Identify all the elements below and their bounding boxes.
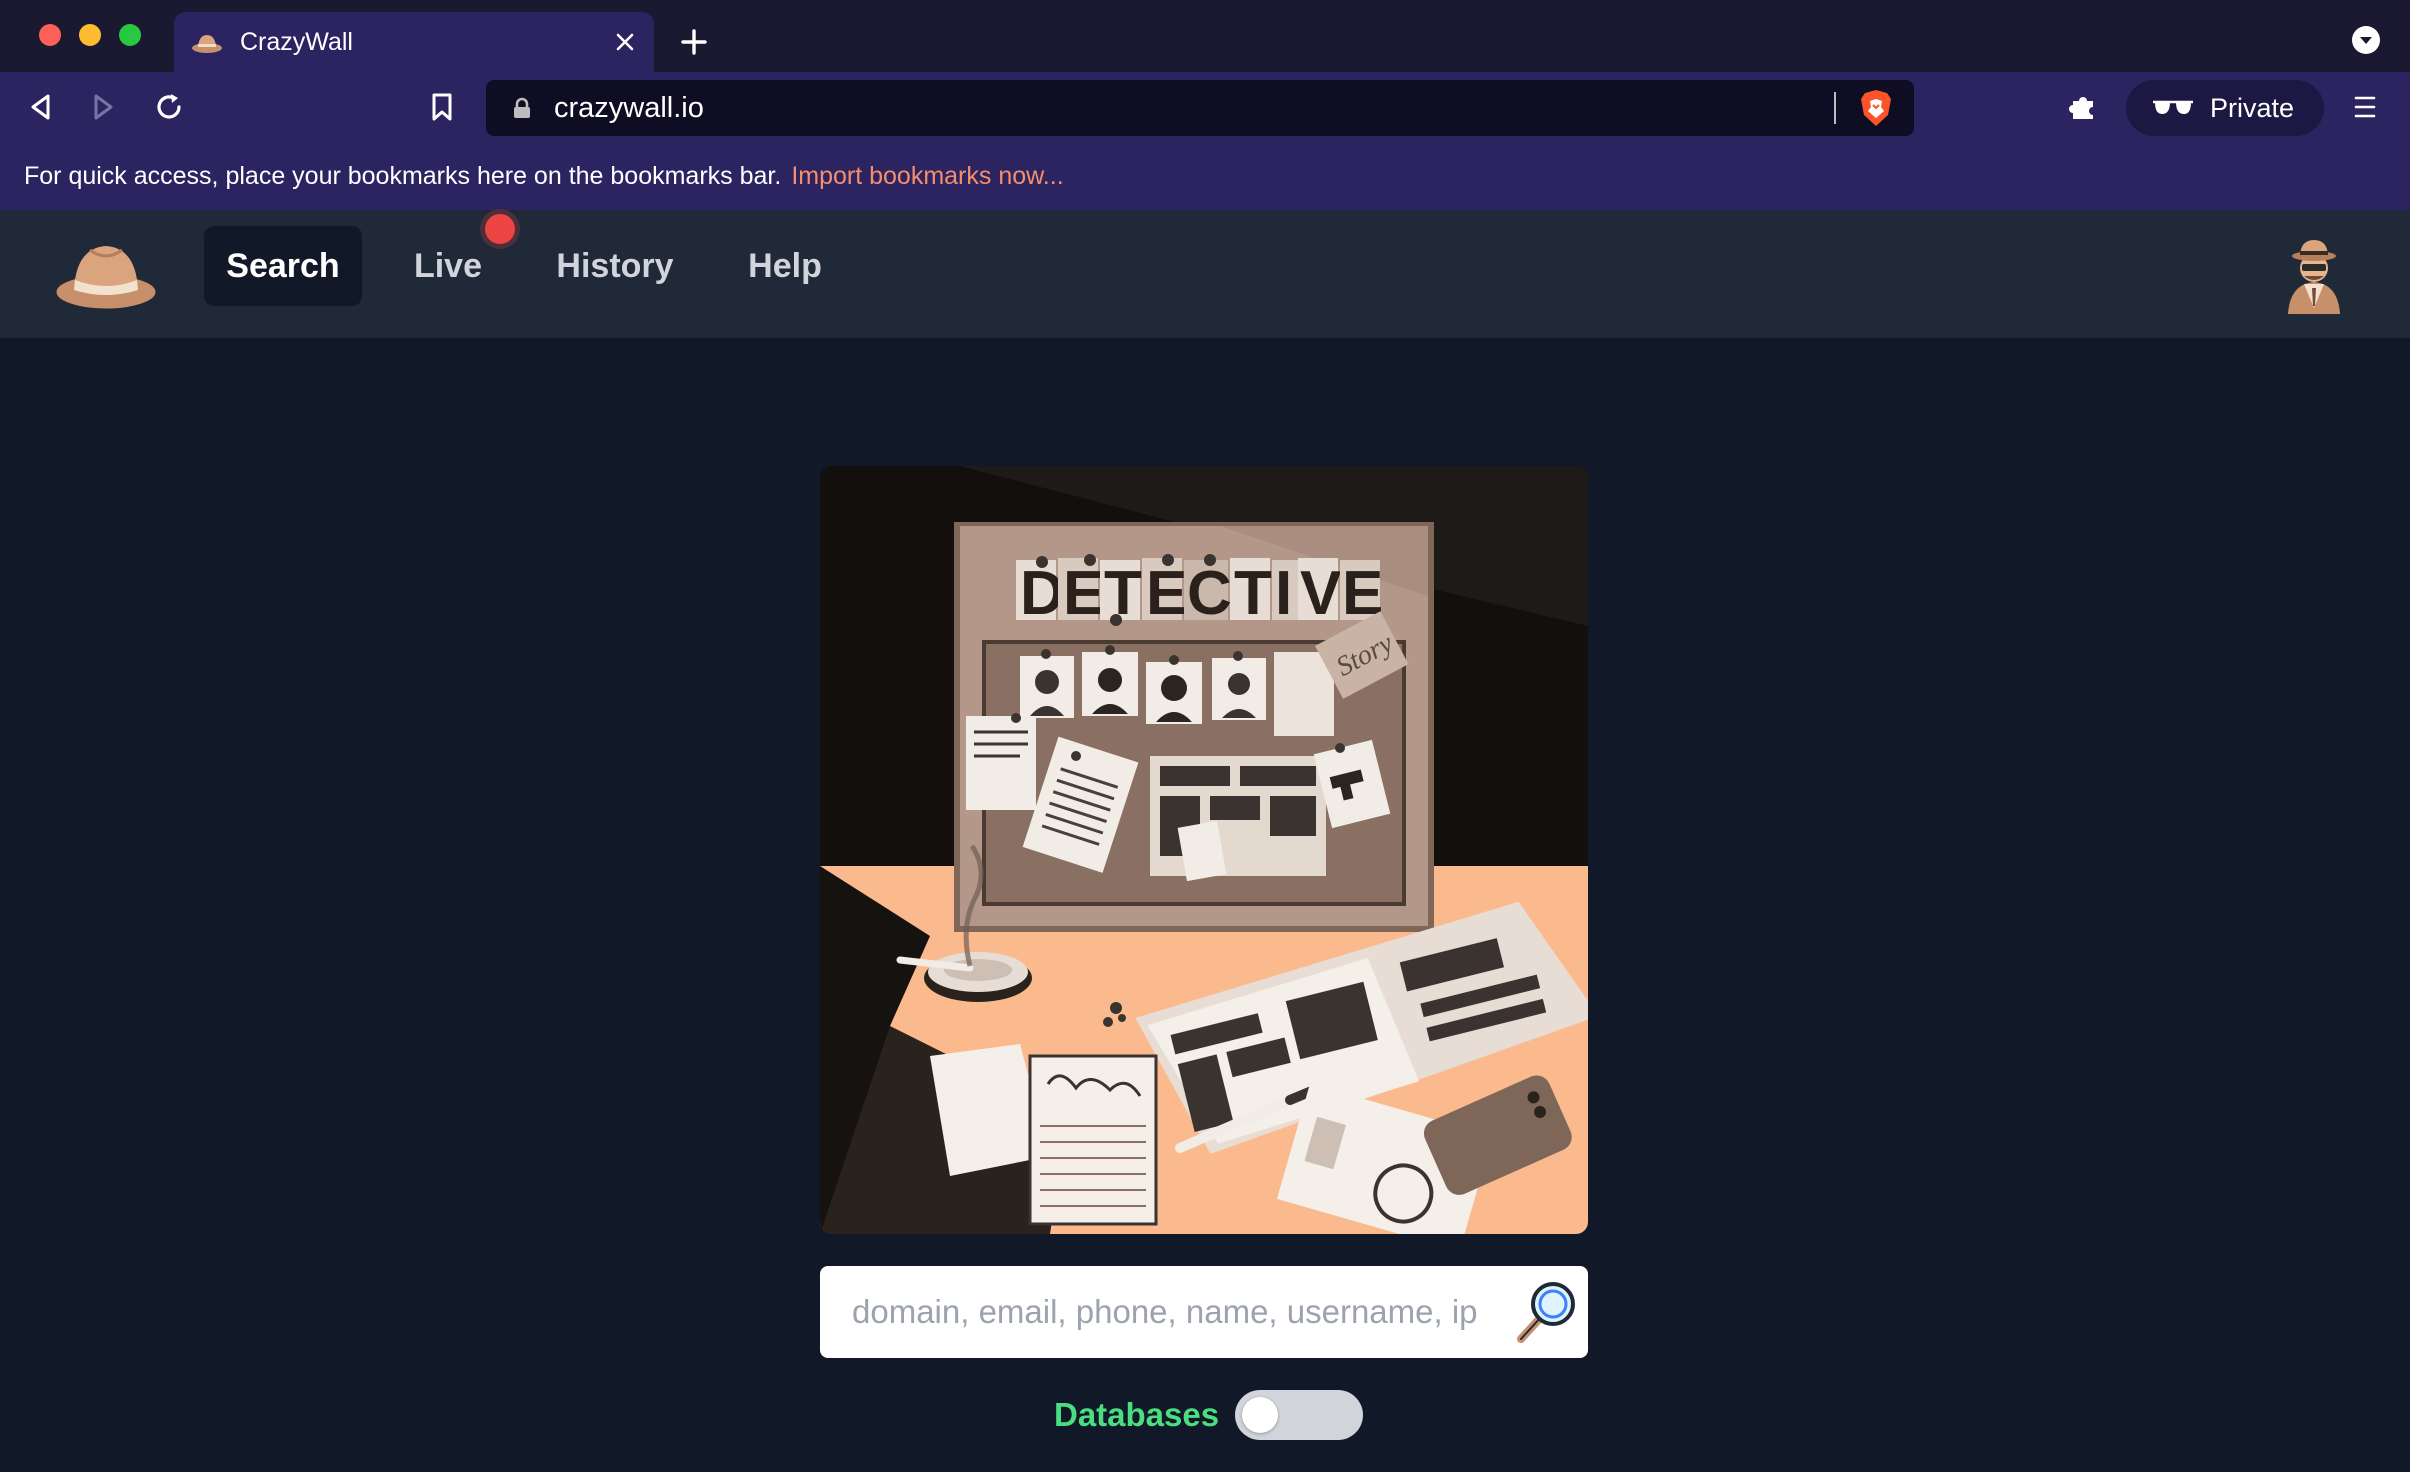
tab-title: CrazyWall (240, 27, 353, 56)
main-menu-icon[interactable] (2340, 82, 2390, 132)
reload-button[interactable] (144, 82, 194, 132)
forward-button[interactable] (78, 82, 128, 132)
detective-hat-icon (190, 28, 224, 56)
tab-list-menu-icon[interactable] (2350, 24, 2382, 56)
nav-search[interactable]: Search (204, 226, 362, 306)
import-bookmarks-link[interactable]: Import bookmarks now... (791, 162, 1063, 191)
detective-board-illustration: D E T E C T I V E Story (820, 466, 1588, 1234)
search-input[interactable] (820, 1266, 1506, 1358)
address-bar-divider (1834, 92, 1836, 124)
live-indicator-dot (485, 214, 515, 244)
lock-icon[interactable] (510, 96, 534, 120)
crazywall-hat-logo-icon[interactable] (54, 236, 158, 316)
bookmark-icon[interactable] (417, 82, 467, 132)
svg-text:C: C (1187, 559, 1232, 628)
back-button[interactable] (16, 82, 66, 132)
close-window-button[interactable] (39, 24, 61, 46)
databases-toggle-row: Databases (1054, 1388, 1364, 1442)
brave-shields-icon[interactable] (1858, 88, 1894, 128)
bookmarks-bar: For quick access, place your bookmarks h… (0, 142, 2410, 210)
toggle-knob (1242, 1397, 1279, 1433)
url-text[interactable]: crazywall.io (554, 92, 1834, 125)
nav-help[interactable]: Help (726, 226, 844, 306)
private-glasses-icon (2152, 97, 2194, 119)
browser-tab-bar: CrazyWall (0, 0, 2410, 72)
new-tab-button[interactable] (670, 18, 718, 66)
svg-text:T: T (1104, 559, 1142, 628)
svg-text:V: V (1300, 559, 1341, 628)
maximize-window-button[interactable] (119, 24, 141, 46)
svg-text:I: I (1275, 559, 1292, 628)
magnifier-search-icon[interactable] (1506, 1272, 1586, 1352)
close-tab-icon[interactable] (600, 17, 650, 67)
detective-avatar-icon[interactable] (2282, 238, 2346, 314)
address-bar[interactable]: crazywall.io (486, 80, 1914, 136)
svg-text:E: E (1063, 559, 1104, 628)
private-label: Private (2210, 92, 2295, 123)
databases-label: Databases (1054, 1396, 1220, 1433)
private-window-indicator[interactable]: Private (2126, 80, 2324, 136)
minimize-window-button[interactable] (79, 24, 101, 46)
extensions-puzzle-icon[interactable] (2058, 82, 2108, 132)
site-navbar: Search Live History Help (0, 210, 2410, 338)
nav-history[interactable]: History (538, 226, 692, 306)
svg-text:E: E (1146, 559, 1187, 628)
browser-toolbar: crazywall.io Private (0, 72, 2410, 142)
browser-tab-crazywall[interactable]: CrazyWall (174, 12, 654, 72)
bookmarks-bar-message: For quick access, place your bookmarks h… (24, 161, 782, 190)
databases-toggle[interactable] (1235, 1390, 1364, 1440)
search-box (820, 1266, 1588, 1358)
svg-text:T: T (1234, 559, 1272, 628)
